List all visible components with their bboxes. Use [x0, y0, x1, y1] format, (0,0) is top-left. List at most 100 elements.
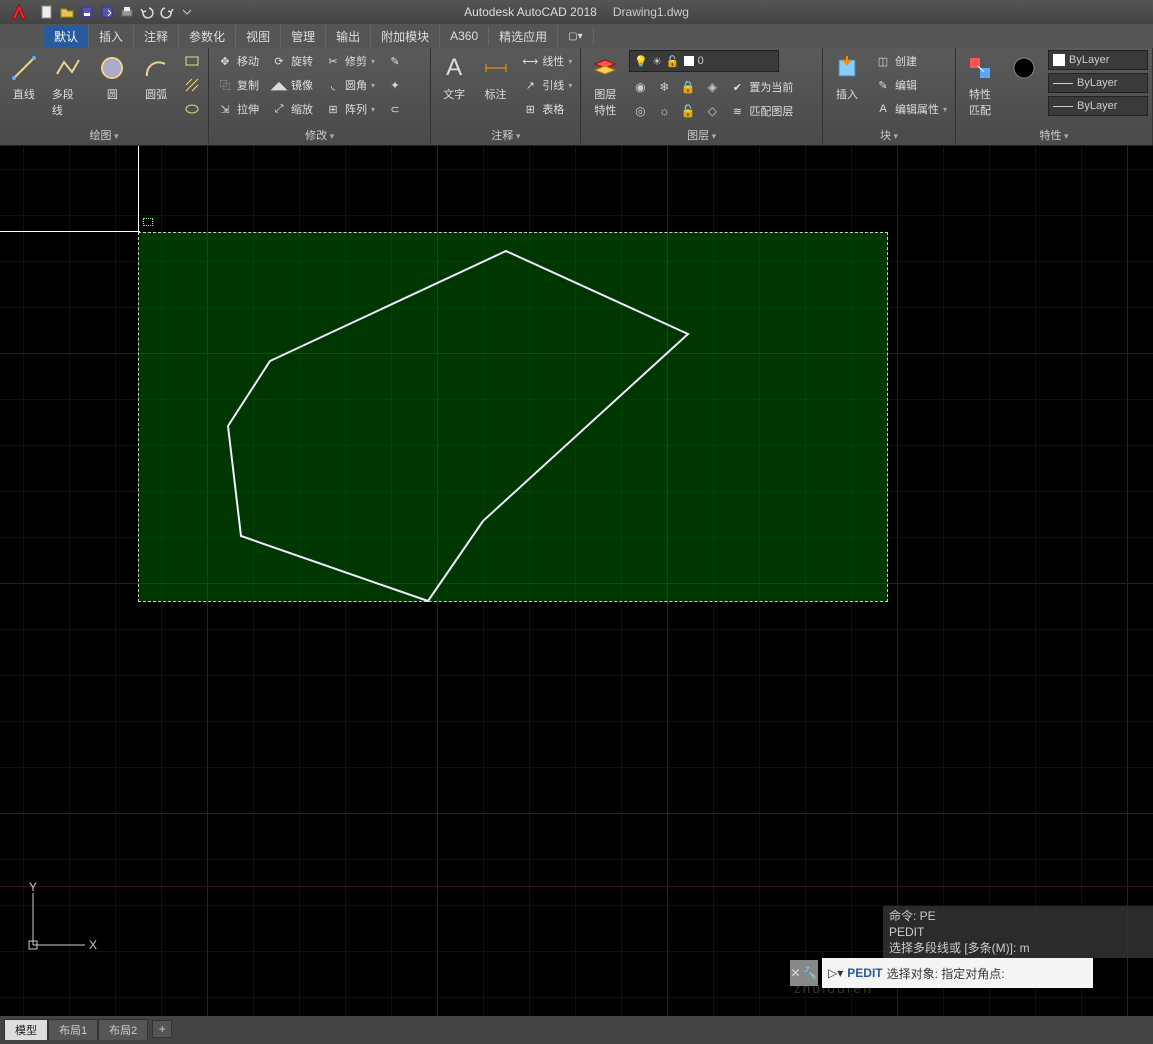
match-layer-button[interactable]: ≋匹配图层 [725, 100, 797, 122]
tab-a360[interactable]: A360 [440, 26, 489, 46]
tab-output[interactable]: 输出 [326, 25, 371, 48]
quick-access-toolbar [38, 3, 196, 21]
polyline-button[interactable]: 多段线 [48, 50, 89, 120]
layer-iso-icon[interactable]: ◈ [701, 76, 723, 98]
dimension-button[interactable]: 标注 [477, 50, 514, 104]
ribbon-tabs: 默认 插入 注释 参数化 视图 管理 输出 附加模块 A360 精选应用 ▢▾ [0, 24, 1153, 48]
layer-uniso-icon[interactable]: ◇ [701, 100, 723, 122]
lineweight-dropdown[interactable]: ByLayer [1048, 73, 1148, 93]
set-current-button[interactable]: ✔置为当前 [725, 76, 797, 98]
crosshair-horizontal [0, 231, 140, 232]
leader-button[interactable]: ↗引线 [518, 74, 576, 96]
text-button[interactable]: A文字 [435, 50, 472, 104]
edit-attr-button[interactable]: A编辑属性 [871, 98, 951, 120]
table-button[interactable]: ⊞表格 [518, 98, 576, 120]
layout-tab-1[interactable]: 布局1 [48, 1019, 98, 1040]
panel-draw-title[interactable]: 绘图 [89, 130, 118, 142]
layer-freeze-icon[interactable]: ❄ [653, 76, 675, 98]
circle-button[interactable]: 圆 [93, 50, 133, 104]
copy-button[interactable]: ⿻复制 [213, 74, 263, 96]
layout-tabs: 模型 布局1 布局2 + [4, 1018, 172, 1040]
layer-props-button[interactable]: 图层 特性 [585, 50, 625, 120]
cmd-history-line-1: 命令: PE [889, 908, 1147, 924]
scale-button[interactable]: ⤢缩放 [267, 98, 317, 120]
close-icon[interactable]: ✕ [790, 966, 800, 980]
layer-on-icon[interactable]: ◎ [629, 100, 651, 122]
panel-block-title[interactable]: 块 [880, 130, 898, 142]
app-logo[interactable] [4, 0, 34, 24]
crosshair-vertical [138, 146, 139, 232]
save-icon[interactable] [78, 3, 96, 21]
linear-button[interactable]: ⟷线性 [518, 50, 576, 72]
linetype-dropdown[interactable]: ByLayer [1048, 96, 1148, 116]
panel-modify: ✥移动 ⿻复制 ⇲拉伸 ⟳旋转 ◢◣镜像 ⤢缩放 ✂修剪 ◟圆角 ⊞阵列 ✎ ✦… [209, 48, 431, 145]
tab-view[interactable]: 视图 [236, 25, 281, 48]
titlebar-title: Autodesk AutoCAD 2018 Drawing1.dwg [464, 5, 689, 19]
explode-icon[interactable]: ✦ [383, 74, 407, 96]
wrench-icon[interactable]: 🔧 [803, 966, 818, 980]
color-dropdown[interactable]: ByLayer [1048, 50, 1148, 70]
trim-button[interactable]: ✂修剪 [321, 50, 379, 72]
drawing-canvas[interactable]: X Y zhulouren 命令: PE PEDIT 选择多段线或 [多条(M)… [0, 146, 1153, 1016]
tab-more-icon[interactable]: ▢▾ [558, 28, 593, 45]
panel-layer-title[interactable]: 图层 [687, 130, 716, 142]
create-block-button[interactable]: ◫创建 [871, 50, 951, 72]
sun-icon: ☀ [652, 55, 662, 68]
rotate-button[interactable]: ⟳旋转 [267, 50, 317, 72]
layer-dropdown[interactable]: 💡 ☀ 🔓 0 [629, 50, 779, 72]
add-layout-button[interactable]: + [152, 1020, 172, 1038]
ellipse-icon[interactable] [180, 98, 204, 120]
tab-featured[interactable]: 精选应用 [489, 25, 558, 48]
panel-annot-title[interactable]: 注释 [491, 130, 520, 142]
array-button[interactable]: ⊞阵列 [321, 98, 379, 120]
mirror-button[interactable]: ◢◣镜像 [267, 74, 317, 96]
tab-addins[interactable]: 附加模块 [371, 25, 440, 48]
offset-icon[interactable]: ⊂ [383, 98, 407, 120]
tab-parametric[interactable]: 参数化 [179, 25, 236, 48]
erase-icon[interactable]: ✎ [383, 50, 407, 72]
redo-icon[interactable] [158, 3, 176, 21]
edit-block-button[interactable]: ✎编辑 [871, 74, 951, 96]
command-name: PEDIT [847, 966, 882, 980]
layout-tab-2[interactable]: 布局2 [98, 1019, 148, 1040]
panel-draw: 直线 多段线 圆 圆弧 绘图 [0, 48, 209, 145]
move-button[interactable]: ✥移动 [213, 50, 263, 72]
tab-insert[interactable]: 插入 [89, 25, 134, 48]
rect-icon[interactable] [180, 50, 204, 72]
tab-manage[interactable]: 管理 [281, 25, 326, 48]
tab-default[interactable]: 默认 [44, 25, 89, 48]
layer-off-icon[interactable]: ◉ [629, 76, 651, 98]
panel-props-title[interactable]: 特性 [1039, 130, 1068, 142]
tab-annotate[interactable]: 注释 [134, 25, 179, 48]
status-bar [0, 1016, 1153, 1044]
new-icon[interactable] [38, 3, 56, 21]
command-prompt: 选择对象: 指定对角点: [887, 965, 1005, 982]
qat-dropdown-icon[interactable] [178, 3, 196, 21]
plot-icon[interactable] [118, 3, 136, 21]
open-icon[interactable] [58, 3, 76, 21]
polygon-shape [0, 146, 900, 746]
props-palette-icon[interactable] [1004, 50, 1044, 86]
layer-props-label: 图层 特性 [594, 86, 616, 118]
match-props-button[interactable]: 特性 匹配 [960, 50, 1000, 120]
fillet-button[interactable]: ◟圆角 [321, 74, 379, 96]
layout-tab-model[interactable]: 模型 [4, 1019, 48, 1040]
ucs-icon: X Y [25, 883, 95, 956]
saveas-icon[interactable] [98, 3, 116, 21]
hatch-icon[interactable] [180, 74, 204, 96]
file-name: Drawing1.dwg [613, 5, 689, 19]
panel-modify-title[interactable]: 修改 [305, 130, 334, 142]
lightbulb-icon: 💡 [634, 55, 648, 68]
cmd-history-line-2: PEDIT [889, 924, 1147, 940]
command-line[interactable]: ✕ 🔧 ▷▾ PEDIT 选择对象: 指定对角点: [822, 958, 1093, 988]
layer-unlock-icon[interactable]: 🔓 [677, 100, 699, 122]
line-button[interactable]: 直线 [4, 50, 44, 104]
command-history: 命令: PE PEDIT 选择多段线或 [多条(M)]: m [883, 906, 1153, 958]
insert-block-button[interactable]: 插入 [827, 50, 867, 104]
arc-button[interactable]: 圆弧 [136, 50, 176, 104]
stretch-button[interactable]: ⇲拉伸 [213, 98, 263, 120]
command-line-handle[interactable]: ✕ 🔧 [790, 960, 818, 986]
layer-lock-icon[interactable]: 🔒 [677, 76, 699, 98]
layer-thaw-icon[interactable]: ☼ [653, 100, 675, 122]
undo-icon[interactable] [138, 3, 156, 21]
